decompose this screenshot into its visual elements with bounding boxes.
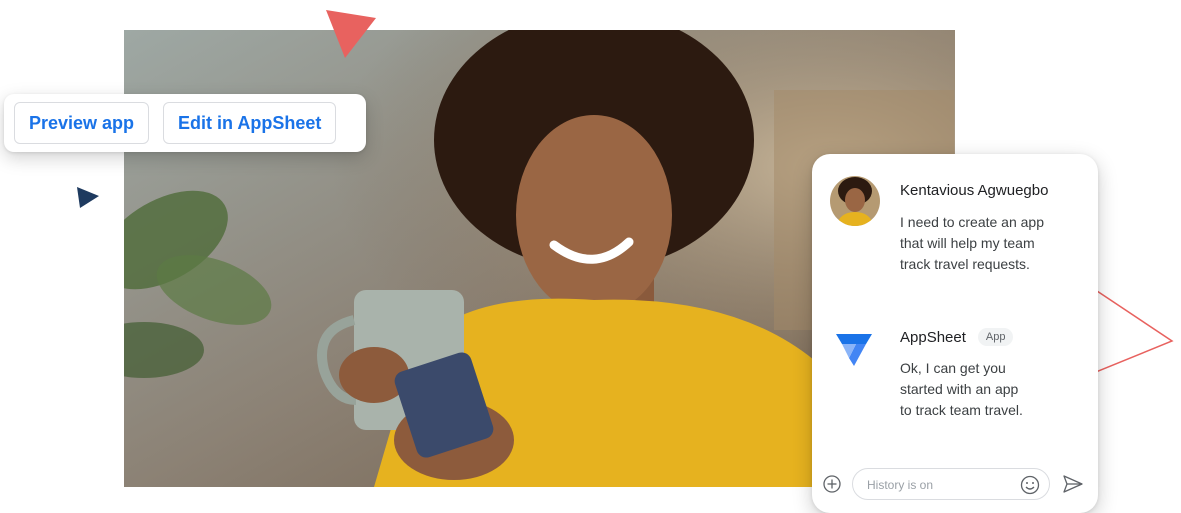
send-icon[interactable] [1062,474,1084,494]
preview-app-button[interactable]: Preview app [14,102,150,144]
app-sender-row: AppSheet App [900,328,1014,346]
app-message-text: Ok, I can get you started with an app to… [900,358,1080,421]
app-badge: App [977,328,1014,346]
chat-input-pill [852,468,1050,500]
message-line: that will help my team [900,235,1035,251]
edit-in-appsheet-button[interactable]: Edit in AppSheet [163,102,337,144]
chat-input[interactable] [867,476,1007,494]
message-line: Ok, I can get you [900,360,1006,376]
chat-panel: Kentavious Agwuegbo I need to create an … [812,154,1098,513]
appsheet-logo-icon [836,334,872,366]
user-sender-name: Kentavious Agwuegbo [900,182,1049,199]
message-line: track travel requests. [900,256,1030,272]
message-line: to track team travel. [900,402,1023,418]
navy-triangle [77,187,99,208]
chat-input-row [822,466,1092,502]
emoji-icon[interactable] [1019,474,1041,496]
message-line: started with an app [900,381,1019,397]
avatar [830,176,880,226]
user-message-text: I need to create an app that will help m… [900,212,1080,275]
add-circle-icon[interactable] [822,474,842,494]
user-sender-row: Kentavious Agwuegbo [900,182,1048,199]
message-line: I need to create an app [900,214,1044,230]
app-sender-name: AppSheet [900,328,966,346]
action-buttons-card: Preview app Edit in AppSheet [4,94,366,152]
